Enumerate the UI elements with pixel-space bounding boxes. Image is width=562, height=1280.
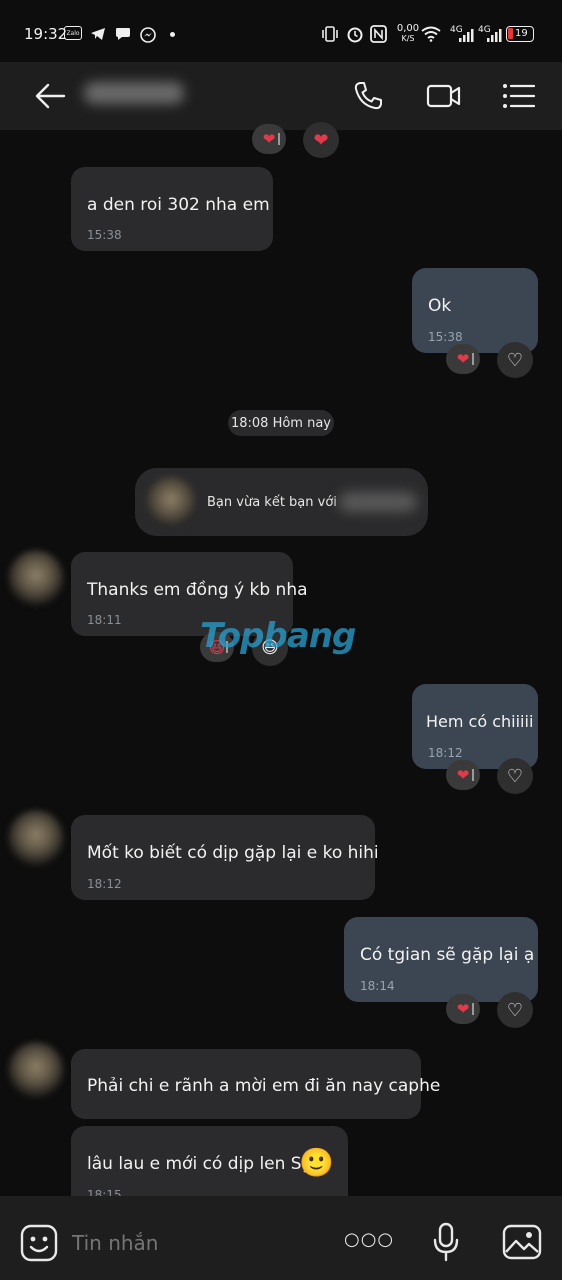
avatar[interactable] [8,1042,64,1098]
video-camera-icon[interactable] [426,82,462,110]
status-time: 19:32 [24,25,68,43]
message-text: Thanks em đồng ý kb nha [87,580,308,600]
reaction-heart-button[interactable]: ❤ [303,122,339,158]
message-text: Mốt ko biết có dịp gặp lại e ko hihi [87,843,379,863]
contact-name-blurred[interactable] [84,82,184,104]
dot-icon [170,32,175,37]
message-outgoing[interactable]: Có tgian sẽ gặp lại ạ 18:14 [344,917,538,1002]
message-text: lâu lau e mới có dịp len Sg [87,1154,313,1174]
heart-outline-button[interactable]: ♡ [497,342,533,378]
net-speed-unit: K/S [401,34,415,43]
message-incoming[interactable]: a den roi 302 nha em 15:38 [71,167,273,251]
messenger-icon [140,27,156,43]
smile-emoji-icon: 🙂 [299,1146,334,1179]
message-incoming[interactable]: Mốt ko biết có dịp gặp lại e ko hihi 18:… [71,815,379,900]
message-text: Phải chi e rãnh a mời em đi ăn nay caphe [87,1076,441,1096]
sticker-icon[interactable] [20,1224,58,1262]
date-divider: 18:08 Hôm nay [228,410,334,436]
phone-icon[interactable] [352,80,384,112]
chat-icon [116,28,130,40]
reaction-heart[interactable]: ❤ [446,760,480,790]
avatar[interactable] [8,810,64,866]
avatar [145,476,197,528]
list-icon[interactable] [502,82,536,110]
message-outgoing[interactable]: Ok 15:38 [412,268,538,353]
microphone-icon[interactable] [432,1222,460,1262]
message-input[interactable] [70,1224,314,1262]
net-speed: 0,00 K/S [393,24,423,44]
friend-name-blurred [339,492,417,512]
signal-icon [487,29,502,42]
reaction-heart[interactable]: ❤ [252,124,286,154]
message-time: 18:14 [360,979,395,993]
image-icon[interactable] [502,1224,542,1260]
arrow-left-icon[interactable] [34,82,66,110]
heart-outline-button[interactable]: ♡ [497,758,533,794]
message-time: 18:11 [87,613,122,627]
reaction-heart[interactable]: ❤ [446,344,480,374]
more-options-button[interactable]: ○○○ [344,1229,394,1250]
vibrate-icon [322,26,338,42]
telegram-icon [91,28,105,40]
notice-text: Bạn vừa kết bạn với [207,495,337,510]
net-speed-value: 0,00 [396,23,420,34]
heart-icon: ❤ [456,350,470,368]
battery-icon: 19 [506,26,534,42]
message-time: 18:12 [87,877,122,891]
message-time: 15:38 [87,228,122,242]
watermark: Topbang [200,616,356,656]
message-text: Ok [428,296,452,316]
nfc-icon [370,25,387,43]
reaction-heart[interactable]: ❤ [446,994,480,1024]
message-composer: ○○○ [0,1196,562,1280]
message-time: 15:38 [428,330,463,344]
avatar[interactable] [8,550,64,606]
message-text: a den roi 302 nha em [87,195,270,215]
message-outgoing[interactable]: Hem có chiiiii 18:12 [412,684,538,769]
heart-icon: ❤ [456,766,470,784]
heart-icon: ❤ [456,1000,470,1018]
friend-added-notice: Bạn vừa kết bạn với [135,468,428,536]
message-time: 18:12 [428,746,463,760]
message-text: Có tgian sẽ gặp lại ạ [360,945,535,965]
wifi-icon [421,26,441,42]
message-incoming[interactable]: Phải chi e rãnh a mời em đi ăn nay caphe [71,1049,440,1119]
battery-level: 19 [515,28,528,39]
message-text: Hem có chiiiii [426,712,534,731]
chat-header [0,62,562,130]
signal-icon [459,29,474,42]
status-bar: 19:32 Zalo 0,00 K/S 4G 4G 19 [0,0,562,62]
heart-outline-button[interactable]: ♡ [497,992,533,1028]
zalo-icon: Zalo [64,26,82,40]
alarm-icon [347,27,363,43]
